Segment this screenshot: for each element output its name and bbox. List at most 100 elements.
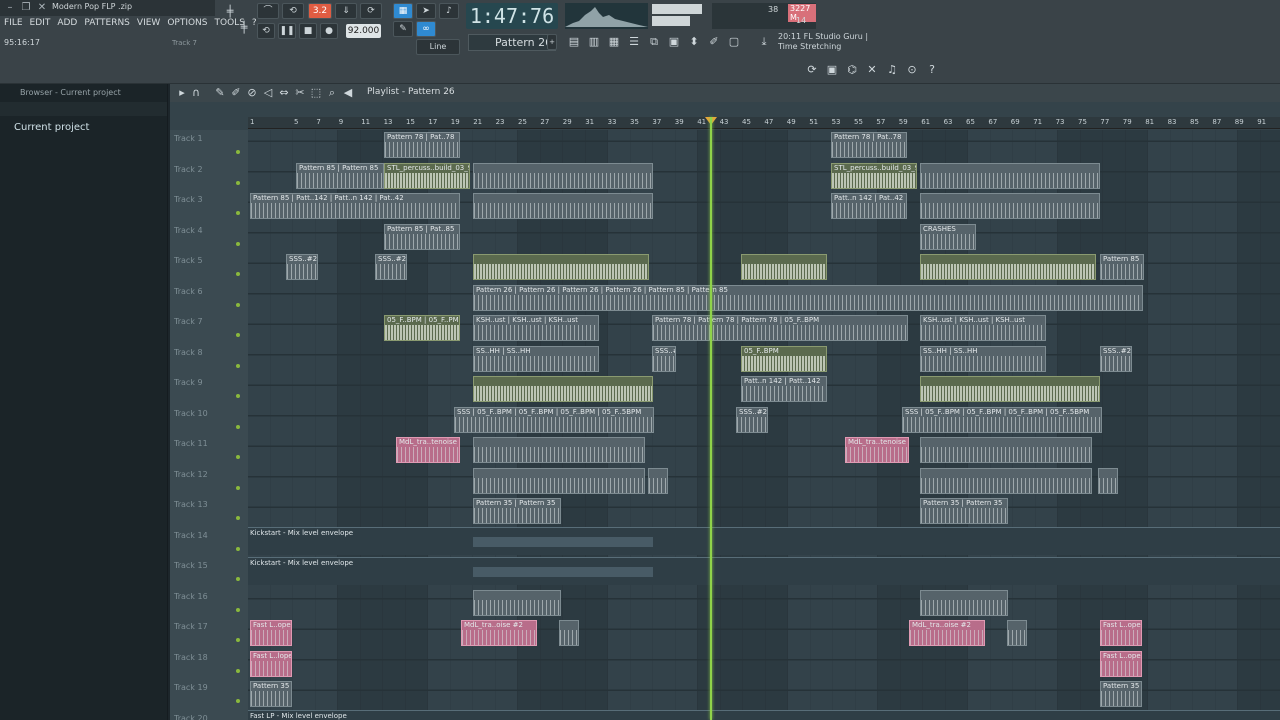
track-name[interactable]: Track 14 [174, 531, 208, 540]
pattern-clip[interactable]: KSH..ust | KSH..ust | KSH..ust [473, 315, 599, 341]
magnet-icon[interactable]: ∩ [190, 85, 202, 101]
track-name[interactable]: Track 3 [174, 195, 203, 204]
track-name[interactable]: Track 1 [174, 134, 203, 143]
automation-clip[interactable]: Fast LP - Mix level envelope [248, 709, 1280, 720]
pattern-clip[interactable] [473, 467, 645, 494]
mic-icon[interactable]: ♫ [884, 62, 900, 78]
pattern-clip[interactable] [473, 162, 653, 189]
track-mute-led[interactable] [236, 333, 240, 337]
audio-clip[interactable]: 05_F..BPM [741, 345, 827, 372]
pattern-clip[interactable]: SSS | 05_F..BPM | 05_F..BPM | 05_F..BPM … [902, 406, 1102, 433]
pattern-clip[interactable]: Pattern 26 | Pattern 26 | Pattern 26 | P… [473, 284, 1143, 311]
track-mute-led[interactable] [236, 455, 240, 459]
track-name[interactable]: Track 12 [174, 470, 208, 479]
pattern-clip[interactable] [1007, 620, 1027, 646]
pattern-clip[interactable] [920, 162, 1100, 189]
pattern-clip[interactable] [648, 467, 668, 494]
pattern-clip[interactable]: Pattern 78 | Pat..78 [384, 132, 460, 158]
audio-clip[interactable] [920, 254, 1096, 280]
tools-icon[interactable]: ✕ [864, 62, 880, 78]
pause-button[interactable]: ❚❚ [278, 23, 296, 39]
track-name[interactable]: Track 5 [174, 256, 203, 265]
track-mute-led[interactable] [236, 363, 240, 368]
track-name[interactable]: Track 7 [174, 317, 203, 326]
menu-file[interactable]: FILE [4, 18, 23, 32]
help-icon[interactable]: ? [924, 62, 940, 78]
wrench-icon[interactable]: ✐ [706, 34, 722, 50]
browser-header[interactable]: Browser - Current project [0, 84, 167, 102]
menu-edit[interactable]: EDIT [30, 18, 51, 32]
song-position-display[interactable]: 1:47:76 [466, 3, 558, 29]
pattern-mode-button[interactable]: 3.2 [308, 3, 332, 19]
pattern-clip[interactable]: SSS..#2 [652, 345, 676, 372]
browser-item-current-project[interactable]: Current project [0, 116, 167, 133]
restore-icon[interactable]: ❐ [20, 2, 32, 14]
pattern-clip[interactable]: Pattern 85 | Patt..142 | Patt..n 142 | P… [250, 193, 460, 219]
track-name[interactable]: Track 13 [174, 500, 208, 509]
track-mute-led[interactable] [236, 546, 240, 551]
project-info-icon[interactable]: ▢ [726, 34, 742, 50]
browser-icon[interactable]: ⧉ [646, 34, 662, 50]
pattern-clip[interactable]: Pattern 35 [250, 681, 292, 707]
menu-patterns[interactable]: PATTERNS [84, 18, 130, 32]
song-mode-icon[interactable]: ⟲ [257, 23, 275, 39]
pattern-clip[interactable]: MdL_tra..oise #2 [461, 620, 537, 646]
timeline-ruler[interactable]: 1 5 7 9 11 13 15 17 19 21 23 25 27 29 31 33 35 37 39 41 43 45… [248, 117, 1280, 129]
pattern-clip[interactable]: Fast L..ope [250, 620, 292, 646]
master-pitch-icon[interactable]: ╪ [236, 20, 252, 36]
track-name[interactable]: Track 8 [174, 348, 203, 357]
pattern-clip[interactable] [920, 589, 1008, 616]
tempo-display[interactable]: 92.000 [346, 24, 381, 38]
link-icon[interactable]: ∞ [416, 21, 436, 37]
pattern-clip[interactable]: MdL_tra..tenoise [845, 437, 909, 463]
save-icon[interactable]: ▣ [824, 62, 840, 78]
menu-view[interactable]: VIEW [137, 18, 160, 32]
pattern-clip[interactable]: MdL_tra..tenoise [396, 437, 460, 463]
pattern-clip[interactable]: Fast L..lope [250, 650, 292, 677]
arrow-icon[interactable]: ➤ [416, 3, 436, 19]
audio-clip[interactable]: 05_F..BPM | 05_F..PM [384, 315, 460, 341]
track-mute-led[interactable] [236, 485, 240, 490]
pattern-clip[interactable]: Pattern 35 [1100, 681, 1142, 707]
pattern-clip[interactable]: Pattern 85 | Pat..85 [384, 223, 460, 250]
audio-clip[interactable] [741, 254, 827, 280]
delete-icon[interactable]: ⊘ [246, 85, 258, 101]
track-mute-led[interactable] [236, 668, 240, 673]
stop-button[interactable]: ■ [299, 23, 317, 39]
pattern-clip[interactable] [920, 193, 1100, 219]
close-icon[interactable]: ✕ [36, 2, 48, 14]
pattern-clip[interactable]: SS..HH | SS..HH [920, 345, 1046, 372]
track-mute-led[interactable] [236, 394, 240, 398]
pattern-clip[interactable] [920, 467, 1092, 494]
track-name[interactable]: Track 10 [174, 409, 208, 418]
audio-clip[interactable] [473, 376, 653, 402]
pattern-clip[interactable]: Pattern 85 [1100, 254, 1144, 280]
play-arrow-icon[interactable]: ▸ [176, 85, 188, 101]
track-mute-led[interactable] [236, 638, 240, 642]
track-name[interactable]: Track 16 [174, 592, 208, 601]
automation-clip[interactable]: Kickstart - Mix level envelope [248, 526, 1280, 555]
track-name[interactable]: Track 19 [174, 683, 208, 692]
metronome-button[interactable]: ⌒ [257, 3, 279, 19]
pattern-clip[interactable]: SSS | 05_F..BPM | 05_F..BPM | 05_F..BPM … [454, 406, 654, 433]
track-name[interactable]: Track 6 [174, 287, 203, 296]
pattern-clip[interactable] [473, 589, 561, 616]
track-name[interactable]: Track 15 [174, 561, 208, 570]
select-icon[interactable]: ⬚ [310, 85, 322, 101]
pattern-clip[interactable]: SS..HH | SS..HH [473, 345, 599, 372]
playlist-arrangement[interactable]: Kickstart - Mix level envelope Kickstart … [248, 130, 1280, 720]
pattern-clip[interactable]: Pattern 78 | Pat..78 [831, 132, 907, 158]
playhead[interactable] [710, 117, 712, 720]
pattern-clip[interactable]: Fast L..ope [1100, 620, 1142, 646]
zoom-icon[interactable]: ⌕ [326, 85, 338, 101]
track-name[interactable]: Track 17 [174, 622, 208, 631]
pattern-clip[interactable]: SSS..#2 [1100, 345, 1132, 372]
track-name[interactable]: Track 18 [174, 653, 208, 662]
paint-icon[interactable]: ✐ [230, 85, 242, 101]
plugin-picker-icon[interactable]: ▣ [666, 34, 682, 50]
track-name[interactable]: Track 2 [174, 165, 203, 174]
pattern-clip[interactable]: Pattern 85 | Pattern 85 [296, 162, 384, 189]
pattern-clip[interactable]: Pattern 35 | Pattern 35 [473, 498, 561, 524]
track-mute-led[interactable] [236, 424, 240, 429]
mute-icon[interactable]: ◁ [262, 85, 274, 101]
